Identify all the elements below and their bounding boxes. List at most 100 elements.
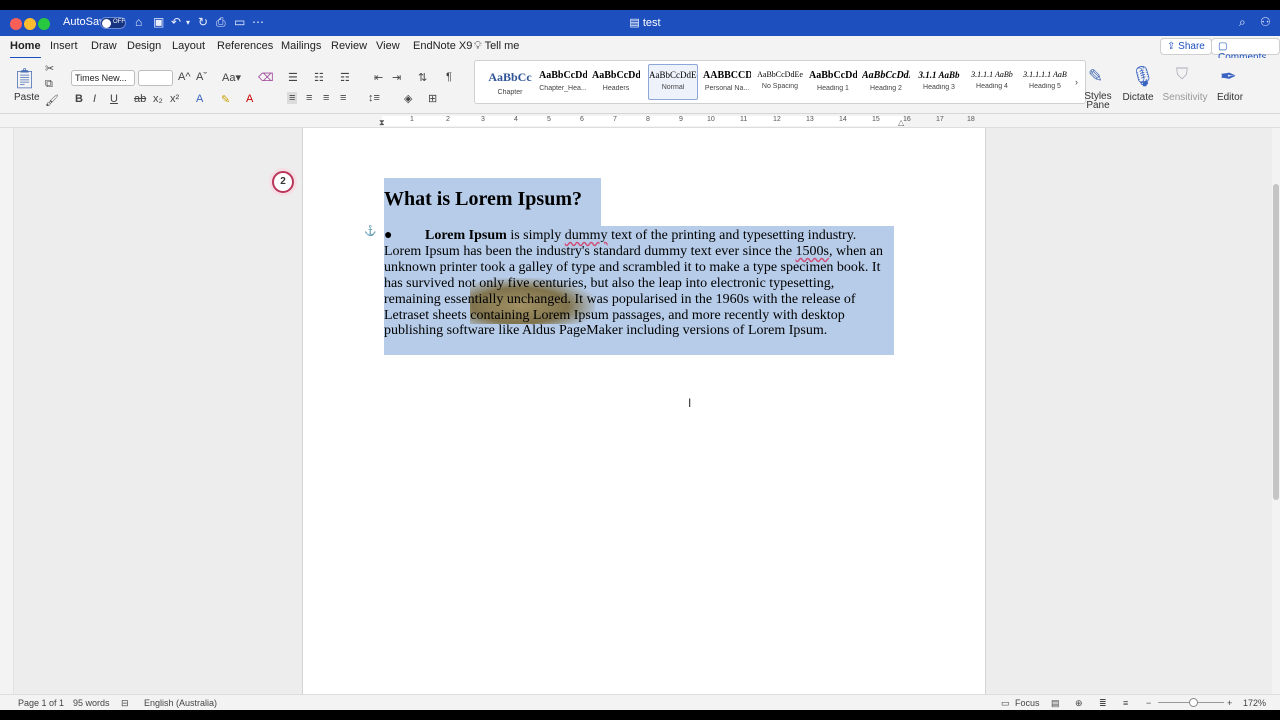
tab-endnote[interactable]: EndNote X9: [413, 40, 472, 52]
styles-pane-button[interactable]: Styles Pane: [1082, 92, 1114, 111]
spelling-error[interactable]: 1500s: [796, 244, 829, 259]
tab-draw[interactable]: Draw: [91, 40, 117, 52]
numbering-icon[interactable]: ☷: [314, 71, 324, 84]
clear-formatting-icon[interactable]: ⌫: [258, 71, 274, 84]
style-no-spacing[interactable]: AaBbCcDdEe No Spacing: [755, 64, 805, 100]
web-layout-icon[interactable]: ⊕: [1075, 698, 1083, 709]
bullets-icon[interactable]: ☰: [288, 71, 298, 84]
copy-icon[interactable]: ⧉: [45, 78, 53, 91]
editor-icon[interactable]: ✒: [1220, 64, 1237, 89]
print-icon[interactable]: ⎙: [216, 15, 226, 30]
vertical-scrollbar[interactable]: [1272, 128, 1280, 694]
document-heading[interactable]: What is Lorem Ipsum?: [384, 188, 582, 211]
style-normal[interactable]: AaBbCcDdEe Normal: [648, 64, 698, 100]
print-layout-icon[interactable]: ▤: [1051, 698, 1060, 709]
text-effects-icon[interactable]: A: [196, 93, 203, 105]
highlight-icon[interactable]: ✎: [221, 93, 230, 106]
body-paragraph[interactable]: ● Lorem Ipsum is simply dummy text of the…: [384, 228, 894, 339]
style-headers[interactable]: AaBbCcDdE Headers: [591, 64, 641, 100]
language-status[interactable]: English (Australia): [144, 698, 217, 708]
style-chapter[interactable]: AaBbCc Chapter: [485, 64, 535, 100]
style-personal-name[interactable]: AABBCCD Personal Na...: [702, 64, 752, 100]
spelling-error[interactable]: dummy: [565, 228, 608, 243]
tab-design[interactable]: Design: [127, 40, 161, 52]
style-chapter-heading[interactable]: AaBbCcDdE Chapter_Hea...: [538, 64, 588, 100]
outline-icon[interactable]: ≣: [1099, 698, 1107, 709]
word-count[interactable]: 95 words: [73, 698, 110, 708]
editor-button[interactable]: Editor: [1214, 92, 1246, 103]
font-color-icon[interactable]: A: [246, 93, 253, 105]
strikethrough-icon[interactable]: ab: [134, 93, 146, 105]
align-left-icon[interactable]: ≡: [287, 92, 298, 104]
focus-button[interactable]: Focus: [1015, 698, 1040, 708]
italic-icon[interactable]: I: [93, 93, 96, 105]
comments-button[interactable]: ▢ Comments: [1211, 38, 1280, 63]
sensitivity-icon[interactable]: ⛉: [1176, 66, 1188, 84]
shrink-font-icon[interactable]: Aˇ: [196, 71, 207, 83]
more-options-icon[interactable]: ⋯: [252, 15, 264, 29]
page-count[interactable]: Page 1 of 1: [18, 698, 64, 708]
style-heading-2[interactable]: AaBbCcDdE Heading 2: [861, 64, 911, 100]
styles-pane-icon[interactable]: ✎: [1088, 66, 1103, 87]
zoom-out-icon[interactable]: −: [1146, 698, 1151, 708]
proofing-icon[interactable]: ⊟: [121, 698, 129, 709]
borders-icon[interactable]: ⊞: [428, 92, 437, 105]
undo-icon[interactable]: ↶: [171, 15, 181, 29]
search-icon[interactable]: ⌕: [1239, 15, 1246, 30]
style-heading-3[interactable]: 3.1.1 AaBb Heading 3: [914, 64, 964, 100]
microphone-icon[interactable]: 🎙︎: [1130, 64, 1155, 89]
zoom-window-button[interactable]: [38, 18, 50, 30]
grow-font-icon[interactable]: A^: [178, 71, 191, 83]
anchor-icon[interactable]: ⚓: [364, 226, 376, 237]
subscript-icon[interactable]: x₂: [153, 93, 163, 105]
redo-icon[interactable]: ↻: [198, 15, 208, 29]
vertical-ruler[interactable]: [0, 128, 14, 694]
style-heading-5[interactable]: 3.1.1.1.1 AaB Heading 5: [1020, 64, 1070, 100]
minimize-window-button[interactable]: [24, 18, 36, 30]
sensitivity-button[interactable]: Sensitivity: [1162, 92, 1208, 103]
focus-icon[interactable]: ▭: [1001, 698, 1010, 709]
account-icon[interactable]: ⚇: [1260, 15, 1271, 29]
clipboard-icon[interactable]: 📋︎: [12, 66, 37, 91]
cut-icon[interactable]: ✂: [45, 62, 54, 75]
zoom-level[interactable]: 172%: [1243, 698, 1266, 708]
font-name-select[interactable]: Times New...: [71, 70, 135, 86]
scrollbar-thumb[interactable]: [1273, 184, 1279, 500]
increase-indent-icon[interactable]: ⇥: [392, 71, 401, 84]
change-case-icon[interactable]: Aa▾: [222, 71, 241, 84]
tab-mailings[interactable]: Mailings: [281, 40, 321, 52]
align-center-icon[interactable]: ≡: [306, 92, 312, 104]
paste-button[interactable]: Paste: [14, 92, 40, 103]
paragraph-marks-icon[interactable]: ¶: [446, 71, 452, 83]
sort-icon[interactable]: ⇅: [418, 71, 427, 84]
tab-review[interactable]: Review: [331, 40, 367, 52]
document-canvas[interactable]: What is Lorem Ipsum? ⚓ ● Lorem Ipsum is s…: [14, 128, 1272, 694]
tab-references[interactable]: References: [217, 40, 273, 52]
new-document-icon[interactable]: ▭: [234, 15, 245, 29]
tab-view[interactable]: View: [376, 40, 400, 52]
zoom-in-icon[interactable]: +: [1227, 698, 1232, 708]
superscript-icon[interactable]: x²: [170, 93, 179, 105]
format-painter-icon[interactable]: 🖌︎: [45, 94, 59, 107]
decrease-indent-icon[interactable]: ⇤: [374, 71, 383, 84]
line-spacing-icon[interactable]: ↕≡: [368, 92, 380, 104]
draft-icon[interactable]: ≡: [1123, 698, 1128, 708]
autosave-toggle[interactable]: OFF: [100, 17, 126, 29]
styles-more-icon[interactable]: ›: [1075, 77, 1078, 87]
zoom-slider-thumb[interactable]: [1189, 698, 1198, 707]
save-icon[interactable]: ▣: [153, 15, 164, 29]
align-right-icon[interactable]: ≡: [323, 92, 329, 104]
share-button[interactable]: ⇪ Share: [1160, 38, 1212, 55]
close-window-button[interactable]: [10, 18, 22, 30]
bold-icon[interactable]: B: [75, 93, 83, 105]
tab-insert[interactable]: Insert: [50, 40, 78, 52]
undo-dropdown-icon[interactable]: ▾: [186, 18, 190, 27]
underline-icon[interactable]: U: [110, 93, 118, 105]
style-heading-4[interactable]: 3.1.1.1 AaBb Heading 4: [967, 64, 1017, 100]
tell-me-search[interactable]: 💡︎ Tell me: [474, 40, 519, 53]
right-indent-marker-icon[interactable]: △: [898, 118, 904, 127]
indent-marker-icon[interactable]: ⧗: [379, 118, 385, 128]
font-size-select[interactable]: [138, 70, 173, 86]
tab-layout[interactable]: Layout: [172, 40, 205, 52]
editor-suggestions-badge[interactable]: 2: [272, 171, 294, 193]
